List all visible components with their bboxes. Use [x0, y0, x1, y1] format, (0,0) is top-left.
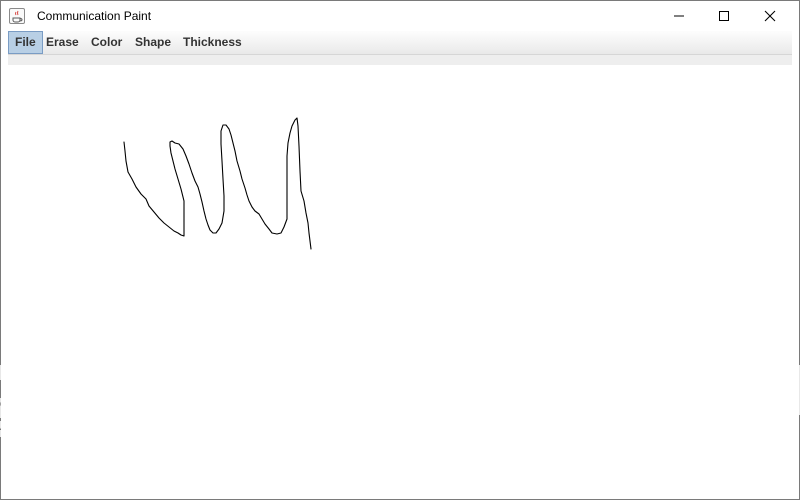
background-window-text: er [0, 398, 1, 418]
freehand-stroke-layer [123, 117, 312, 250]
background-window-label: A [0, 421, 1, 437]
background-window-edge [0, 365, 1, 380]
app-window: Communication Paint File Erase Color Sha… [0, 0, 800, 500]
freehand-stroke [123, 117, 312, 250]
